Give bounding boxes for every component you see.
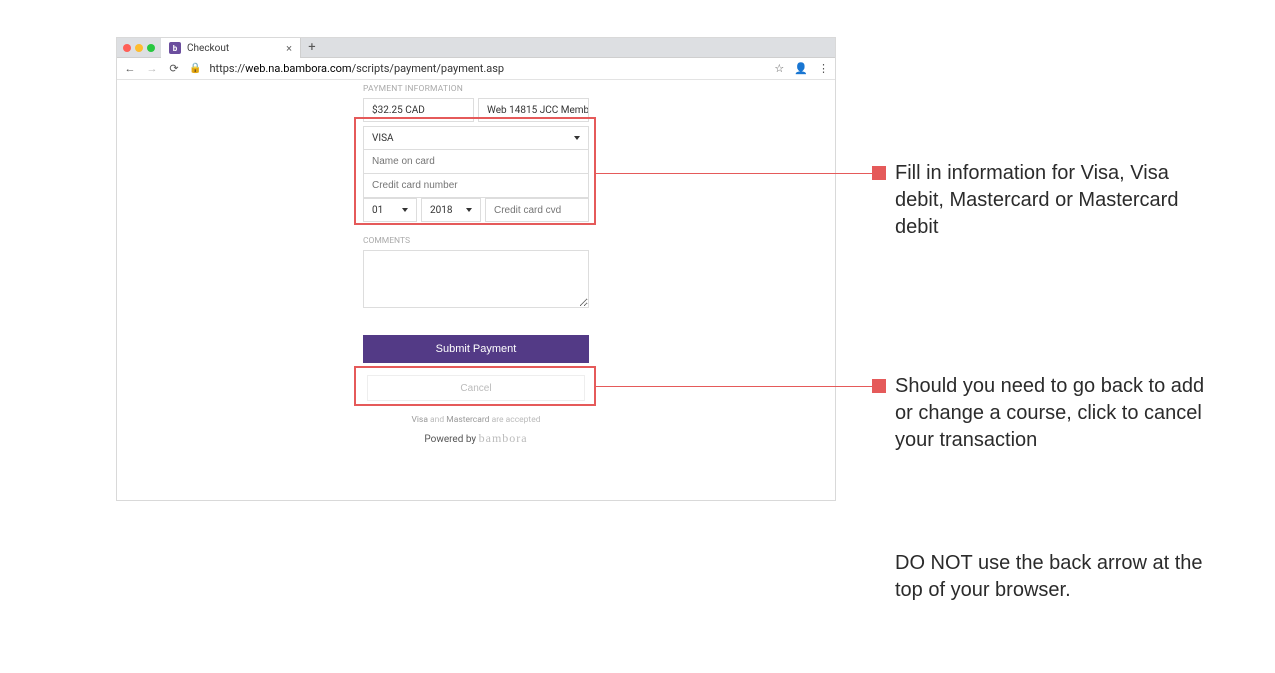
card-type-select[interactable]: VISA xyxy=(363,126,589,150)
powered-by-text: Powered by bambora xyxy=(363,431,589,446)
reload-icon[interactable]: ⟳ xyxy=(167,62,181,75)
account-icon[interactable]: 👤 xyxy=(794,62,808,75)
accepted-cards-text: Visa and Mastercard are accepted xyxy=(363,415,589,425)
maximize-window-icon[interactable] xyxy=(147,44,155,52)
submit-payment-button[interactable]: Submit Payment xyxy=(363,335,589,363)
exp-month-value: 01 xyxy=(372,205,383,216)
cvd-input[interactable] xyxy=(494,205,580,216)
lock-icon: 🔒 xyxy=(189,63,201,74)
cvd-field[interactable] xyxy=(485,198,589,222)
annotation-bullet xyxy=(872,379,886,393)
annotation-text: DO NOT use the back arrow at the top of … xyxy=(895,550,1215,604)
comments-textarea[interactable] xyxy=(363,250,589,308)
card-type-value: VISA xyxy=(372,133,394,144)
annotation-text: Should you need to go back to add or cha… xyxy=(895,373,1215,454)
tab-title: Checkout xyxy=(187,43,229,54)
page-content: PAYMENT INFORMATION $32.25 CAD Web 14815… xyxy=(117,80,835,500)
close-window-icon[interactable] xyxy=(123,44,131,52)
browser-tab[interactable]: b Checkout × xyxy=(161,38,301,58)
chevron-down-icon xyxy=(402,208,408,212)
name-on-card-input[interactable] xyxy=(372,156,580,167)
annotation-text: Fill in information for Visa, Visa debit… xyxy=(895,160,1205,241)
chevron-down-icon xyxy=(466,208,472,212)
window-controls xyxy=(117,38,161,57)
exp-year-value: 2018 xyxy=(430,205,452,216)
cancel-button[interactable]: Cancel xyxy=(367,375,585,401)
toolbar: ← → ⟳ 🔒 https://web.na.bambora.com/scrip… xyxy=(117,58,835,80)
tab-bar: b Checkout × + xyxy=(117,38,835,58)
card-number-input[interactable] xyxy=(372,180,580,191)
amount-display: $32.25 CAD xyxy=(363,98,474,122)
section-heading: PAYMENT INFORMATION xyxy=(363,84,589,94)
new-tab-button[interactable]: + xyxy=(301,38,323,57)
favicon-icon: b xyxy=(169,42,181,54)
leader-line xyxy=(596,173,872,174)
browser-window: b Checkout × + ← → ⟳ 🔒 https://web.na.ba… xyxy=(116,37,836,501)
exp-month-select[interactable]: 01 xyxy=(363,198,417,222)
exp-year-select[interactable]: 2018 xyxy=(421,198,481,222)
menu-icon[interactable]: ⋮ xyxy=(818,62,829,75)
address-bar[interactable]: https://web.na.bambora.com/scripts/payme… xyxy=(209,62,766,75)
name-on-card-field[interactable] xyxy=(363,150,589,174)
chevron-down-icon xyxy=(574,136,580,140)
leader-line xyxy=(596,386,872,387)
minimize-window-icon[interactable] xyxy=(135,44,143,52)
annotation-bullet xyxy=(872,166,886,180)
card-number-field[interactable] xyxy=(363,174,589,198)
comments-heading: COMMENTS xyxy=(363,236,589,246)
close-tab-icon[interactable]: × xyxy=(286,42,292,55)
bookmark-icon[interactable]: ☆ xyxy=(774,62,784,75)
forward-icon[interactable]: → xyxy=(145,62,159,75)
back-icon[interactable]: ← xyxy=(123,62,137,75)
reference-display: Web 14815 JCC Member- xyxy=(478,98,589,122)
